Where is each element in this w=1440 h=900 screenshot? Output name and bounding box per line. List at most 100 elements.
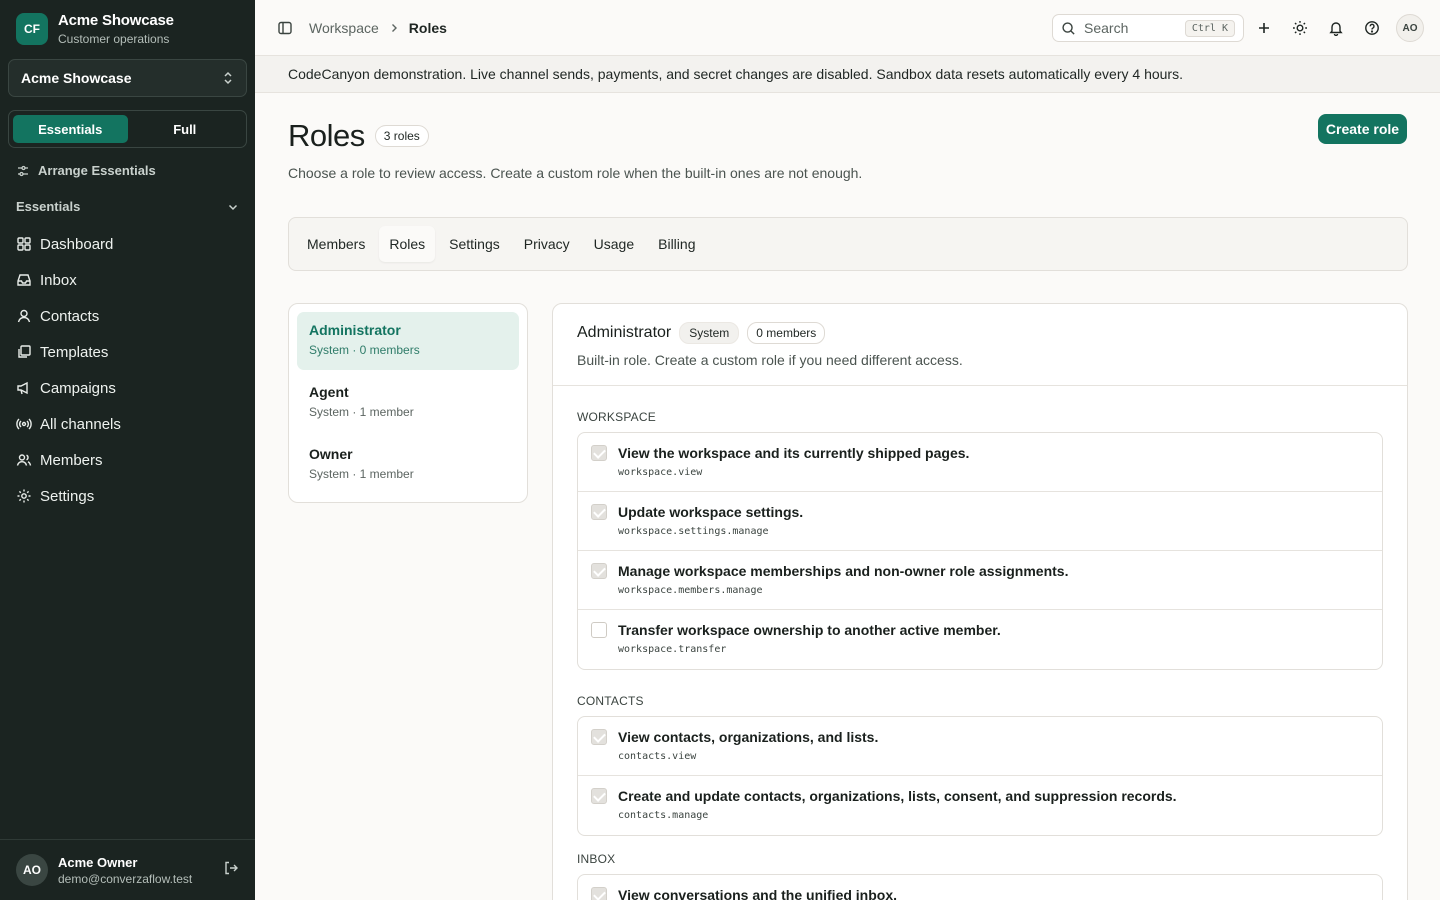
tab-billing[interactable]: Billing (648, 226, 705, 262)
permission-list: View the workspace and its currently shi… (577, 432, 1383, 670)
search-placeholder: Search (1084, 20, 1129, 36)
brand-logo: CF (16, 13, 48, 45)
tab-privacy[interactable]: Privacy (514, 226, 580, 262)
topbar: Workspace Roles Search Ctrl K AO (255, 0, 1440, 56)
search-shortcut: Ctrl K (1184, 19, 1235, 37)
role-type-badge: System (679, 322, 740, 344)
sidebar-item-campaigns[interactable]: Campaigns (16, 370, 239, 406)
role-item-administrator[interactable]: Administrator System · 0 members (297, 312, 519, 370)
permission-row: Update workspace settings. workspace.set… (578, 492, 1382, 551)
inbox-icon (17, 274, 31, 286)
sidebar: CF Acme Showcase Customer operations Acm… (0, 0, 255, 900)
role-item-agent[interactable]: Agent System · 1 member (297, 374, 519, 432)
mode-full-button[interactable]: Full (128, 115, 243, 143)
create-role-button[interactable]: Create role (1318, 114, 1407, 144)
essentials-section-header[interactable]: Essentials (16, 199, 239, 214)
brand-subtitle: Customer operations (58, 32, 170, 46)
avatar[interactable]: AO (1396, 14, 1424, 42)
sidebar-item-inbox[interactable]: Inbox (16, 262, 239, 298)
permission-code: workspace.members.manage (618, 585, 763, 596)
permission-list: View conversations and the unified inbox… (577, 874, 1383, 900)
logout-button[interactable] (223, 860, 239, 881)
role-meta: System · 1 member (309, 467, 414, 481)
page-header: Roles 3 roles (288, 118, 429, 154)
sidebar-item-settings[interactable]: Settings (16, 478, 239, 514)
breadcrumb-current: Roles (408, 20, 447, 36)
sidebar-item-members[interactable]: Members (16, 442, 239, 478)
role-detail-description: Built-in role. Create a custom role if y… (577, 352, 963, 368)
role-members-badge: 0 members (747, 322, 826, 344)
breadcrumb: Workspace Roles (277, 0, 447, 56)
search-input[interactable]: Search Ctrl K (1052, 14, 1244, 42)
tab-usage[interactable]: Usage (584, 226, 644, 262)
permission-code: workspace.transfer (618, 644, 727, 655)
permission-checkbox[interactable] (591, 563, 607, 579)
sidebar-item-label: Inbox (40, 271, 77, 289)
permission-group-workspace: Workspace View the workspace and its cur… (553, 386, 1407, 670)
help-icon (1365, 21, 1379, 35)
permission-label: View conversations and the unified inbox… (618, 887, 898, 900)
permission-label: View contacts, organizations, and lists. (618, 729, 879, 745)
role-detail-panel: Administrator System 0 members Built-in … (552, 303, 1408, 900)
permission-row: View contacts, organizations, and lists.… (578, 717, 1382, 776)
search-icon (1062, 21, 1075, 35)
sidebar-item-all-channels[interactable]: All channels (16, 406, 239, 442)
brand-name: Acme Showcase (58, 12, 174, 29)
sidebar-item-label: All channels (40, 415, 121, 433)
permission-checkbox[interactable] (591, 445, 607, 461)
role-list: Administrator System · 0 members Agent S… (288, 303, 528, 503)
arrange-essentials-label: Arrange Essentials (38, 163, 156, 178)
permission-checkbox[interactable] (591, 788, 607, 804)
logout-icon (225, 861, 238, 874)
sidebar-item-templates[interactable]: Templates (16, 334, 239, 370)
notifications-button[interactable] (1324, 14, 1348, 42)
role-name: Owner (309, 446, 353, 462)
gear-icon (17, 489, 31, 503)
user-name: Acme Owner (58, 854, 138, 870)
permission-row: Transfer workspace ownership to another … (578, 610, 1382, 669)
sidebar-item-label: Templates (40, 343, 109, 361)
help-button[interactable] (1360, 14, 1384, 42)
permission-group-title: Inbox (577, 852, 616, 866)
sidebar-item-contacts[interactable]: Contacts (16, 298, 239, 334)
workspace-switcher[interactable]: Acme Showcase (8, 59, 247, 97)
page-title: Roles (288, 118, 365, 153)
sidebar-item-label: Dashboard (40, 235, 114, 253)
templates-icon (18, 345, 31, 358)
contacts-icon (17, 309, 31, 323)
avatar[interactable]: AO (16, 854, 48, 886)
toggle-sidebar-button[interactable] (277, 20, 293, 36)
permission-checkbox[interactable] (591, 504, 607, 520)
permission-row: View conversations and the unified inbox… (578, 875, 1382, 900)
permission-label: Transfer workspace ownership to another … (618, 622, 1001, 638)
arrange-essentials-button[interactable]: Arrange Essentials (16, 163, 156, 178)
sun-icon (1293, 21, 1307, 35)
permission-code: contacts.view (618, 751, 697, 762)
role-detail-title: Administrator (577, 324, 672, 341)
tab-roles[interactable]: Roles (379, 226, 436, 262)
breadcrumb-workspace[interactable]: Workspace (309, 20, 379, 36)
permission-group-inbox: Inbox View conversations and the unified… (553, 836, 1407, 900)
permission-row: Manage workspace memberships and non-own… (578, 551, 1382, 610)
role-name: Agent (309, 384, 349, 400)
role-item-owner[interactable]: Owner System · 1 member (297, 436, 519, 494)
dashboard-icon (17, 237, 31, 251)
permission-code: workspace.view (618, 467, 703, 478)
permission-row: View the workspace and its currently shi… (578, 433, 1382, 492)
permission-checkbox[interactable] (591, 729, 607, 745)
demo-banner: CodeCanyon demonstration. Live channel s… (255, 56, 1440, 93)
theme-toggle-button[interactable] (1288, 14, 1312, 42)
settings-tabs: Members Roles Settings Privacy Usage Bil… (288, 217, 1408, 271)
permission-checkbox[interactable] (591, 622, 607, 638)
tab-settings[interactable]: Settings (439, 226, 510, 262)
mode-essentials-button[interactable]: Essentials (13, 115, 128, 143)
sidebar-item-label: Members (40, 451, 103, 469)
quick-create-button[interactable] (1252, 14, 1276, 42)
sidebar-item-dashboard[interactable]: Dashboard (16, 226, 239, 262)
permission-group-title: Contacts (577, 694, 644, 708)
sidebar-nav: Dashboard Inbox Contacts Templates Campa… (16, 226, 239, 514)
permission-checkbox[interactable] (591, 887, 607, 900)
page-subtitle: Choose a role to review access. Create a… (288, 165, 863, 181)
brand[interactable]: CF Acme Showcase Customer operations (16, 12, 174, 46)
tab-members[interactable]: Members (297, 226, 375, 262)
